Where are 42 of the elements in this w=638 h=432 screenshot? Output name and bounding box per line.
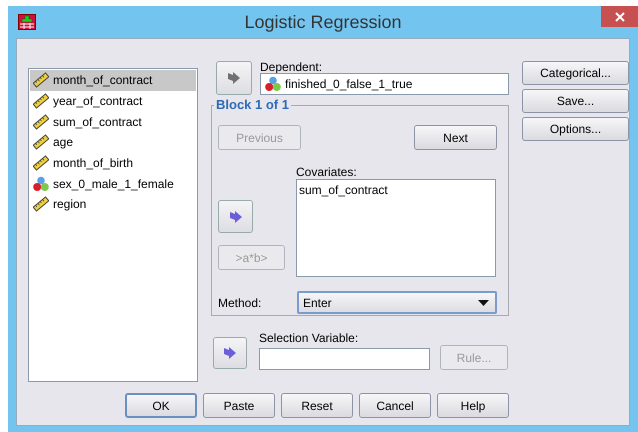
covariates-label: Covariates: (296, 166, 358, 178)
caret-icon (478, 300, 489, 306)
block-title: Block 1 of 1 (214, 98, 291, 112)
side-button[interactable]: Save... (522, 89, 629, 113)
close-button[interactable] (601, 6, 638, 27)
dependent-field[interactable]: finished_0_false_1_true (260, 73, 509, 95)
method-dropdown[interactable]: Enter (297, 291, 497, 314)
variable-item[interactable]: region (30, 194, 196, 215)
method-value: Enter (303, 296, 332, 310)
next-button[interactable]: Next (414, 125, 497, 150)
side-button[interactable]: Categorical... (522, 61, 629, 85)
arrow-icon (227, 71, 241, 85)
variable-item[interactable]: month_of_contract (30, 70, 196, 91)
variable-list[interactable]: month_of_contract year_of_contract sum_of_contract age month_of_birth sex_0_male_1_female region (28, 68, 198, 382)
dialog-button[interactable]: Paste (203, 393, 275, 418)
variable-item[interactable]: year_of_contract (30, 90, 196, 112)
ruler-icon (33, 93, 49, 110)
dialog-button[interactable]: Help (437, 393, 509, 418)
dialog-button[interactable]: Reset (281, 393, 353, 418)
side-button[interactable]: Options... (522, 117, 629, 141)
selection-variable-label: Selection Variable: (259, 332, 360, 344)
dialog-button[interactable]: OK (125, 393, 197, 418)
dialog-button[interactable]: Cancel (359, 393, 431, 418)
move-arrow-button[interactable] (213, 337, 247, 369)
covariates-list[interactable]: sum_of_contract (296, 179, 496, 277)
variable-item[interactable]: month_of_birth (30, 152, 196, 174)
balls-icon (265, 76, 281, 92)
window-title: Logistic Regression (243, 12, 403, 32)
variable-item[interactable]: sex_0_male_1_female (30, 173, 196, 194)
move-arrow-button[interactable] (218, 200, 253, 233)
ruler-icon (33, 72, 49, 88)
method-label: Method: (218, 296, 262, 308)
covariate-item[interactable]: sum_of_contract (299, 183, 493, 197)
arrow-icon (228, 210, 242, 224)
close-icon (614, 10, 626, 22)
variable-item[interactable]: age (30, 132, 196, 153)
balls-icon (33, 176, 49, 192)
dependent-label: Dependent: (260, 61, 324, 73)
app-icon (18, 14, 36, 30)
arrow-icon (223, 346, 237, 360)
selection-variable-field[interactable] (259, 348, 430, 370)
variable-item[interactable]: sum_of_contract (30, 111, 196, 132)
